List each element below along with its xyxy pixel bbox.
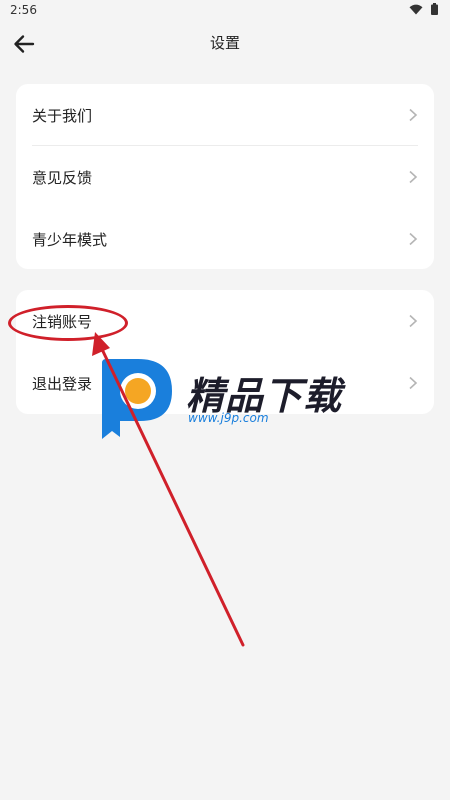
- chevron-right-icon: [409, 170, 418, 184]
- page-title: 设置: [209, 34, 240, 52]
- app-bar: 设置: [0, 22, 450, 66]
- battery-icon: [431, 3, 438, 15]
- settings-group-general: 关于我们 意见反馈 青少年模式: [16, 84, 434, 269]
- row-label: 关于我们: [32, 106, 93, 125]
- row-logout[interactable]: 退出登录: [16, 352, 434, 414]
- status-icons: [409, 3, 438, 15]
- wifi-icon: [409, 4, 423, 14]
- row-label: 退出登录: [32, 374, 93, 393]
- chevron-right-icon: [409, 232, 418, 246]
- chevron-right-icon: [409, 376, 418, 390]
- chevron-right-icon: [409, 314, 418, 328]
- row-feedback[interactable]: 意见反馈: [16, 146, 434, 208]
- row-teen-mode[interactable]: 青少年模式: [16, 208, 434, 270]
- row-label: 青少年模式: [32, 230, 108, 249]
- row-about-us[interactable]: 关于我们: [16, 84, 434, 146]
- status-time: 2:56: [10, 3, 37, 17]
- row-label: 注销账号: [32, 312, 93, 331]
- row-delete-account[interactable]: 注销账号: [16, 290, 434, 352]
- row-label: 意见反馈: [32, 168, 93, 187]
- settings-group-account: 注销账号 退出登录: [16, 290, 434, 414]
- chevron-right-icon: [409, 108, 418, 122]
- status-bar: 2:56: [0, 0, 450, 22]
